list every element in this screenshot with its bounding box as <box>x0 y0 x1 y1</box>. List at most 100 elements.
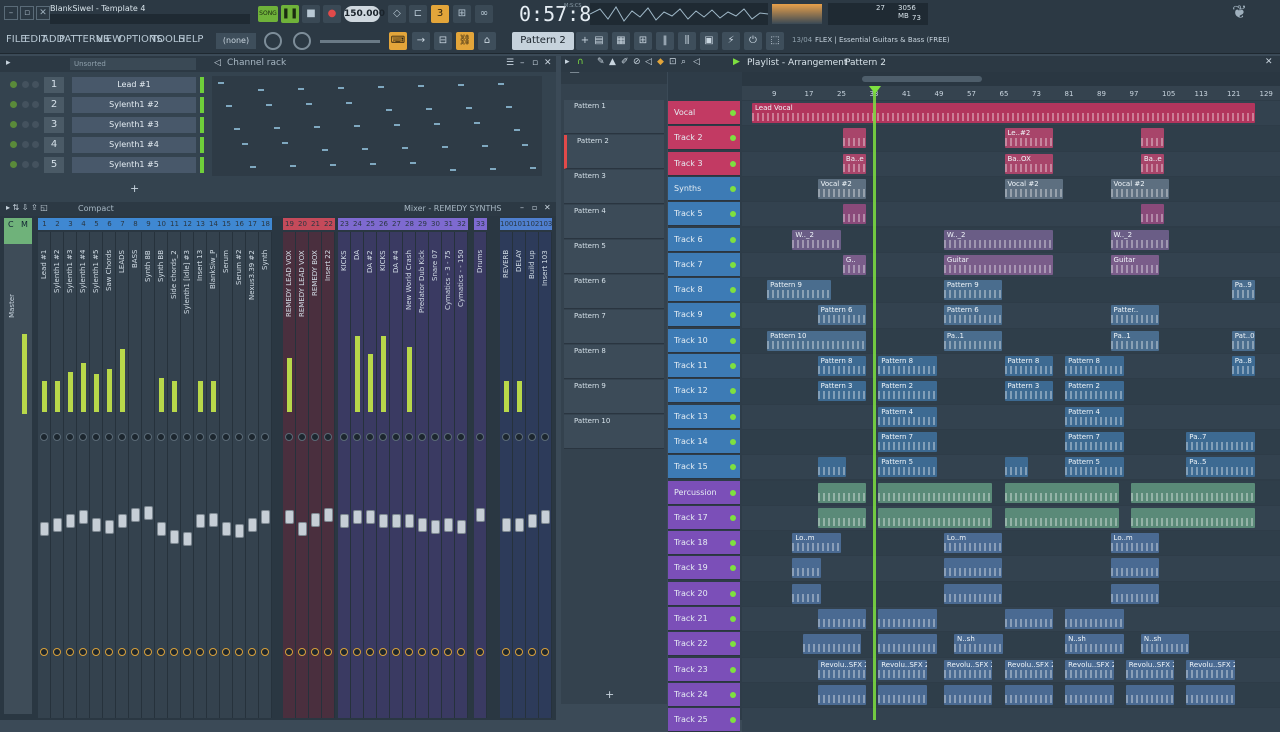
mixer-strip-number[interactable]: 13 <box>194 218 207 230</box>
mixer-window-icon[interactable]: ‖ <box>656 32 674 50</box>
mixer-volume-fader[interactable] <box>183 532 192 546</box>
playlist-clip[interactable] <box>842 128 867 149</box>
channel-mute-led[interactable] <box>10 161 17 168</box>
playlist-clip[interactable]: Pattern 10 <box>767 330 867 351</box>
mixer-send-knob[interactable] <box>324 648 332 656</box>
mixer-send-knob[interactable] <box>261 648 269 656</box>
playlist-clip[interactable]: Lead Vocal <box>752 103 1255 123</box>
playlist-clip[interactable]: Pattern 7 <box>878 431 937 452</box>
mixer-send-knob[interactable] <box>79 648 87 656</box>
track-header[interactable]: Track 17 <box>668 505 740 530</box>
playlist-clip[interactable] <box>802 634 862 655</box>
playlist-clip[interactable]: Revolu..SFX 2 <box>943 659 993 680</box>
mixer-pan-knob[interactable] <box>92 433 100 441</box>
playlist-clip[interactable]: Vocal #2 <box>1004 178 1064 199</box>
mixer-strip-number[interactable]: 8 <box>129 218 142 230</box>
channel-pan-knob[interactable] <box>22 141 29 148</box>
playlist-clip[interactable]: Pattern 4 <box>1065 406 1124 427</box>
channel-row[interactable]: 2 Sylenth1 #2 <box>0 96 210 114</box>
playlist-clip[interactable]: Pattern 3 <box>1004 381 1053 402</box>
mixer-volume-fader[interactable] <box>235 523 244 538</box>
mixer-volume-fader[interactable] <box>444 517 453 532</box>
delete-tool-icon[interactable]: ✐ <box>621 57 629 67</box>
mixer-pan-knob[interactable] <box>431 433 439 441</box>
mixer-volume-fader[interactable] <box>222 522 231 537</box>
channel-name-button[interactable]: Lead #1 <box>72 77 196 93</box>
tempo-display[interactable]: 150.000 <box>344 6 385 22</box>
track-header[interactable]: Track 3 <box>668 151 740 176</box>
track-header[interactable]: Track 19 <box>668 556 740 581</box>
playlist-clip[interactable]: Pattern 3 <box>817 381 867 402</box>
mixer-strip-number[interactable]: 20 <box>296 218 309 230</box>
track-mute-icon[interactable] <box>730 540 736 547</box>
mute-tool-icon[interactable]: ⊘ <box>633 57 641 67</box>
mixer-volume-fader[interactable] <box>105 520 114 534</box>
playlist-clip[interactable]: Pattern 2 <box>878 381 937 402</box>
playlist-clip[interactable] <box>1004 609 1053 629</box>
mixer-pan-knob[interactable] <box>353 433 361 441</box>
mixer-strip-number[interactable]: 23 <box>338 218 351 230</box>
playlist-clip[interactable] <box>1004 482 1119 503</box>
channel-select-indicator[interactable] <box>200 77 204 93</box>
track-header[interactable]: Track 13 <box>668 404 740 429</box>
playlist-clip[interactable] <box>842 204 867 225</box>
playlist-clip[interactable] <box>1125 684 1175 705</box>
playlist-clip[interactable]: Pattern 6 <box>817 305 867 326</box>
channel-mute-led[interactable] <box>10 121 17 128</box>
playlist-clip[interactable] <box>878 684 927 705</box>
track-lane[interactable] <box>742 581 1280 606</box>
mixer-pan-knob[interactable] <box>515 433 523 441</box>
mixer-volume-fader[interactable] <box>311 512 320 527</box>
track-mute-icon[interactable] <box>730 413 736 420</box>
add-channel-button[interactable]: + <box>130 182 139 195</box>
mixer-strip-number[interactable]: 21 <box>309 218 322 230</box>
playlist-clip[interactable] <box>817 457 846 478</box>
mixer-pan-knob[interactable] <box>379 433 387 441</box>
pattern-picker-item[interactable]: Pattern 3 <box>564 170 664 204</box>
track-header[interactable]: Track 22 <box>668 632 740 657</box>
playlist-clip[interactable]: Le..#2 <box>1004 128 1053 149</box>
mixer-pan-knob[interactable] <box>183 433 191 441</box>
mixer-volume-fader[interactable] <box>528 514 537 528</box>
playlist-clip[interactable]: Pattern 5 <box>878 457 937 478</box>
mixer-send-knob[interactable] <box>131 648 139 656</box>
mixer-send-knob[interactable] <box>379 648 387 656</box>
mixer-volume-fader[interactable] <box>392 514 401 528</box>
browser-icon[interactable]: ▣ <box>700 32 718 50</box>
mixer-maximize-icon[interactable]: ▫ <box>532 203 537 212</box>
playlist-clip[interactable] <box>817 507 867 528</box>
mixer-pan-knob[interactable] <box>261 433 269 441</box>
mixer-send-knob[interactable] <box>92 648 100 656</box>
piano-roll-icon[interactable]: ▦ <box>612 32 630 50</box>
mixer-strip-number[interactable]: 32 <box>455 218 468 230</box>
link-icon[interactable]: ⛓ <box>456 32 474 50</box>
mixer-pan-knob[interactable] <box>418 433 426 441</box>
track-header[interactable]: Track 20 <box>668 581 740 606</box>
channel-mute-led[interactable] <box>10 101 17 108</box>
mixer-send-knob[interactable] <box>235 648 243 656</box>
mixer-pan-knob[interactable] <box>235 433 243 441</box>
mixer-pan-knob[interactable] <box>209 433 217 441</box>
slice-tool-icon[interactable]: ◆ <box>657 57 664 67</box>
mixer-pan-knob[interactable] <box>157 433 165 441</box>
playlist-clip[interactable] <box>878 634 937 655</box>
mixer-pan-knob[interactable] <box>53 433 61 441</box>
mixer-volume-fader[interactable] <box>157 522 166 537</box>
mixer-strip-number[interactable]: 7 <box>116 218 129 230</box>
plugin-picker-icon[interactable]: ⚡ <box>722 32 740 50</box>
track-mute-icon[interactable] <box>730 388 736 395</box>
track-mute-icon[interactable] <box>730 438 736 445</box>
mixer-volume-fader[interactable] <box>53 517 62 532</box>
mixer-pan-knob[interactable] <box>444 433 452 441</box>
playlist-clip[interactable]: Pa..1 <box>943 330 1003 351</box>
track-header[interactable]: Track 8 <box>668 278 740 303</box>
channel-pan-knob[interactable] <box>22 121 29 128</box>
playlist-clip[interactable]: Pattern 8 <box>1065 356 1124 376</box>
channel-pan-knob[interactable] <box>22 81 29 88</box>
mixer-pan-knob[interactable] <box>118 433 126 441</box>
track-header[interactable]: Track 14 <box>668 429 740 454</box>
multilink-icon[interactable]: ⊟ <box>434 32 452 50</box>
mixer-strip-number[interactable]: 31 <box>442 218 455 230</box>
mixer-strip-number[interactable]: 1 <box>38 218 51 230</box>
playlist-clip[interactable] <box>1004 684 1053 705</box>
